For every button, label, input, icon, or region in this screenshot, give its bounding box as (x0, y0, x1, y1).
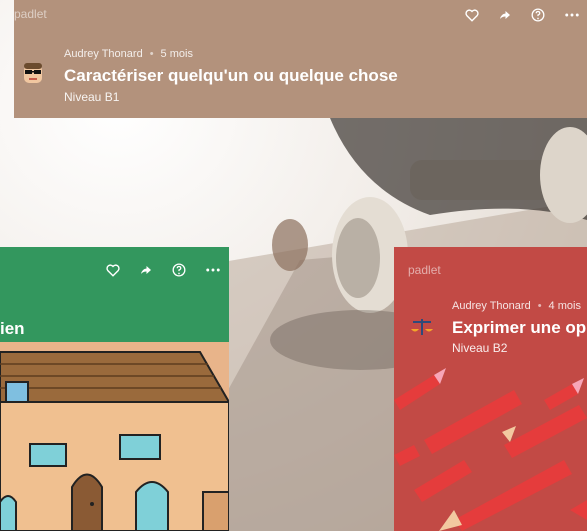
share-icon[interactable] (499, 9, 511, 21)
author-name: Audrey Thonard (64, 48, 143, 60)
padlet-card-exprimer[interactable]: padlet Audrey Thonard • 4 mois Exprimer un… (394, 247, 587, 531)
post-meta: Audrey Thonard • 5 mois (64, 48, 193, 60)
post-time: 4 mois (548, 300, 581, 312)
more-icon[interactable] (565, 13, 579, 17)
padlet-logo: padlet (408, 263, 441, 277)
cover-image-pencils (394, 360, 587, 531)
card-actions (465, 8, 579, 22)
help-icon[interactable] (172, 263, 186, 277)
board-level: Niveau B2 (452, 341, 508, 355)
balance-scale-icon (411, 319, 433, 335)
board-title[interactable]: Exprimer une op (452, 318, 586, 338)
post-time: 5 mois (160, 48, 193, 60)
author-name: Audrey Thonard (452, 300, 531, 312)
heart-icon[interactable] (106, 263, 120, 277)
card-actions (106, 263, 220, 277)
board-title[interactable]: Caractériser quelqu'un ou quelque chose (64, 66, 398, 86)
heart-icon[interactable] (465, 8, 479, 22)
more-icon[interactable] (206, 268, 220, 272)
board-title[interactable]: ien (0, 319, 25, 339)
padlet-card-green[interactable]: ien (0, 247, 229, 531)
avatar-sunglasses-icon (24, 63, 42, 83)
padlet-logo: padlet (14, 7, 47, 21)
help-icon[interactable] (531, 8, 545, 22)
cover-image-house (0, 342, 229, 531)
share-icon[interactable] (140, 264, 152, 276)
padlet-card-caracteriser[interactable]: padlet Audrey Thonard • 5 mois Caractérise… (14, 0, 587, 118)
board-level: Niveau B1 (64, 90, 120, 104)
post-meta: Audrey Thonard • 4 mois (452, 300, 581, 312)
